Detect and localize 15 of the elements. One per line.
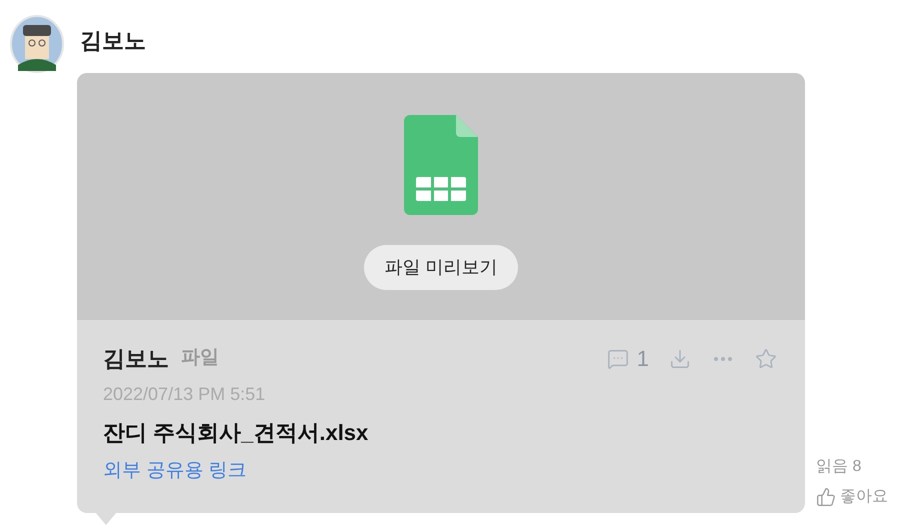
thumbs-up-icon [816, 487, 836, 507]
avatar [10, 15, 64, 73]
type-label: 파일 [181, 346, 219, 370]
sender-name: 김보노 [103, 345, 169, 373]
comment-count: 1 [636, 345, 649, 373]
file-name: 잔디 주식회사_견적서.xlsx [103, 419, 370, 447]
author-name: 김보노 [80, 26, 146, 54]
star-icon[interactable] [755, 348, 777, 370]
download-icon[interactable] [669, 348, 691, 370]
read-count: 읽음 8 [816, 457, 862, 477]
share-link[interactable]: 외부 공유용 링크 [103, 457, 779, 486]
preview-button[interactable]: 파일 미리보기 [364, 245, 518, 290]
spreadsheet-file-icon [404, 115, 478, 215]
comment-icon[interactable] [606, 348, 629, 370]
like-button[interactable]: 좋아요 [816, 485, 888, 509]
